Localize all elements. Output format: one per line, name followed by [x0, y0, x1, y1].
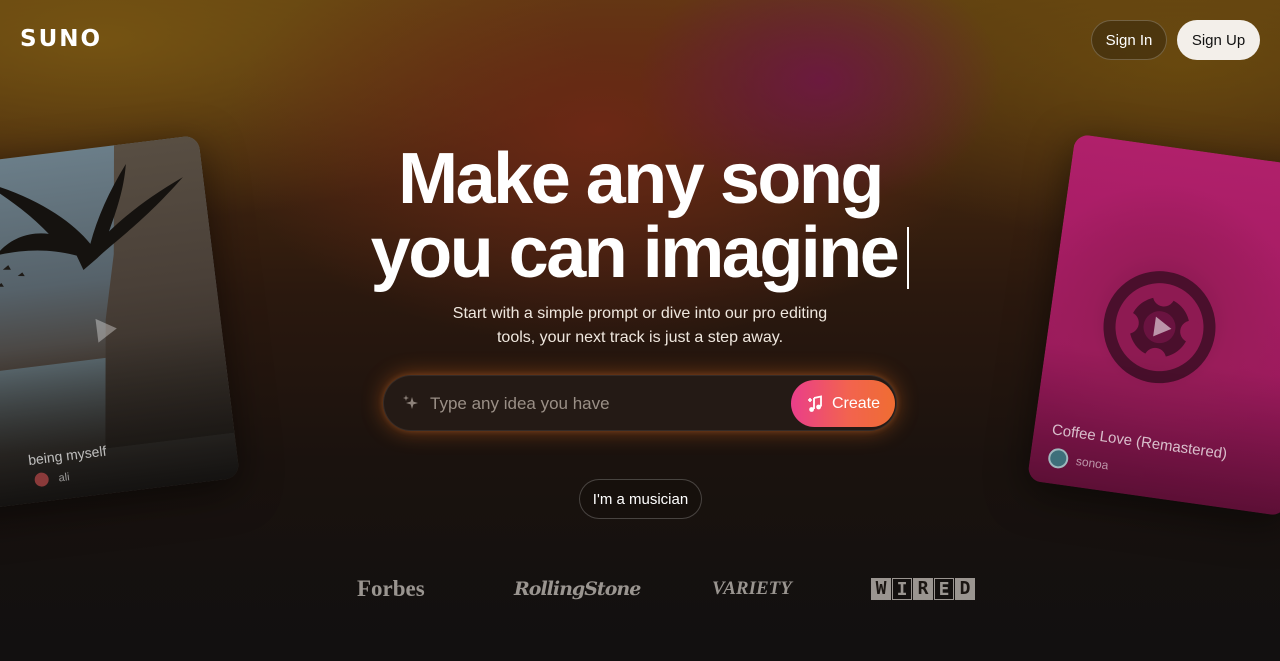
- forbes-logo: Forbes: [357, 576, 425, 601]
- suno-logo[interactable]: SUNO: [20, 26, 102, 52]
- subheadline-line-1: Start with a simple prompt or dive into …: [452, 305, 828, 322]
- song-card-left[interactable]: being myself ali: [0, 135, 240, 514]
- song-idea-input[interactable]: [430, 384, 770, 424]
- subheadline-line-2: tools, your next track is just a step aw…: [496, 329, 784, 346]
- create-button[interactable]: Create: [791, 380, 895, 427]
- wired-logo-letter: I: [892, 578, 912, 600]
- wired-logo-letter: D: [955, 578, 975, 600]
- song-card-user: ali: [57, 471, 71, 485]
- sign-in-button[interactable]: Sign In: [1091, 20, 1167, 60]
- headline-line-2: you can imagine: [300, 216, 980, 290]
- wired-logo: WIRED: [871, 572, 976, 606]
- create-button-label: Create: [831, 394, 881, 412]
- musician-mode-button[interactable]: I'm a musician: [579, 479, 702, 519]
- text-caret: [907, 227, 910, 289]
- subheadline: Start with a simple prompt or dive into …: [440, 302, 840, 350]
- rolling-stone-logo: RollingStone: [514, 578, 641, 600]
- sign-up-button[interactable]: Sign Up: [1177, 20, 1260, 60]
- sparkle-icon: [403, 395, 418, 409]
- page-title: Make any song you can imagine: [300, 142, 980, 290]
- variety-logo: VARIETY: [712, 578, 792, 599]
- headline-line-1: Make any song: [398, 139, 884, 219]
- wired-logo-letter: R: [913, 578, 933, 600]
- wired-logo-letter: W: [871, 578, 891, 600]
- headline-line-2-text: you can imagine: [370, 213, 900, 293]
- wired-logo-letter: E: [934, 578, 954, 600]
- song-prompt-bar: Create: [383, 375, 897, 431]
- music-note-plus-icon: [807, 394, 822, 412]
